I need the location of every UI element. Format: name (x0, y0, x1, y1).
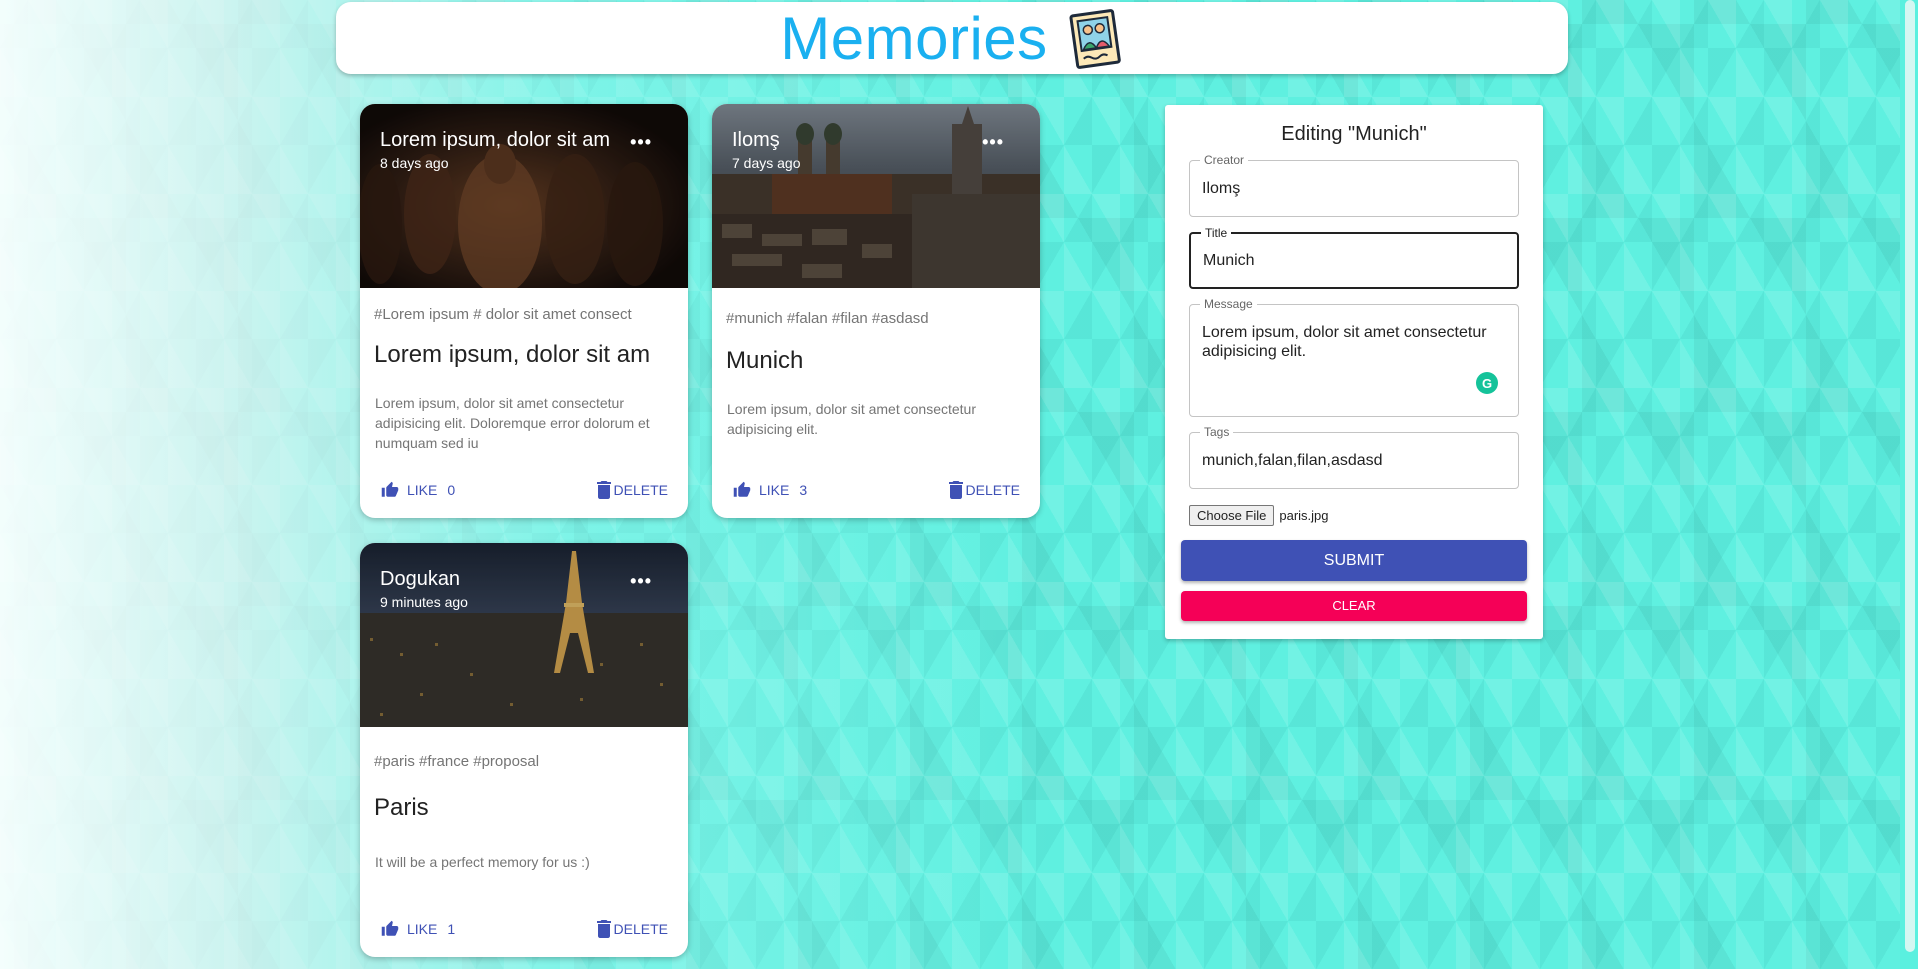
memory-card: Ilomş 7 days ago ••• #munich #falan #fil… (712, 104, 1040, 518)
card-tags: #Lorem ipsum # dolor sit amet consect (374, 306, 632, 323)
message-field[interactable]: Message Lorem ipsum, dolor sit amet cons… (1189, 297, 1519, 417)
delete-label: DELETE (613, 921, 668, 937)
tags-value: munich,falan,filan,asdasd (1202, 452, 1383, 469)
card-tags: #munich #falan #filan #asdasd (726, 310, 929, 327)
choose-file-button[interactable]: Choose File (1189, 505, 1275, 526)
card-message: Lorem ipsum, dolor sit amet consectetur … (375, 395, 650, 451)
message-label: Message (1200, 297, 1257, 311)
card-header: Lorem ipsum, dolor sit am 8 days ago (380, 126, 610, 172)
like-button[interactable]: LIKE 1 (381, 920, 455, 938)
title-label: Title (1201, 226, 1232, 240)
card-image: Dogukan 9 minutes ago ••• (360, 543, 688, 727)
card-author: Lorem ipsum, dolor sit am (380, 129, 611, 151)
card-tags: #paris #france #proposal (374, 753, 540, 770)
card-message: Lorem ipsum, dolor sit amet consectetur … (727, 401, 976, 437)
title-field[interactable]: Title Munich (1189, 226, 1519, 289)
like-label: LIKE (407, 921, 438, 937)
memory-form: Editing "Munich" Creator Ilomş Title Mun… (1165, 105, 1543, 639)
creator-label: Creator (1200, 153, 1249, 167)
card-actions: LIKE 3 DELETE (712, 468, 1040, 518)
creator-field[interactable]: Creator Ilomş (1189, 153, 1519, 217)
like-label: LIKE (407, 482, 438, 498)
delete-button[interactable]: DELETE (948, 481, 1020, 499)
card-title: Paris (374, 794, 429, 821)
clear-button[interactable]: CLEAR (1181, 591, 1527, 621)
card-image: Lorem ipsum, dolor sit am 8 days ago ••• (360, 104, 688, 288)
card-actions: LIKE 0 DELETE (360, 468, 688, 518)
delete-label: DELETE (965, 482, 1020, 498)
like-count: 1 (447, 921, 456, 937)
scrollbar-thumb[interactable] (1905, 0, 1915, 952)
message-value: Lorem ipsum, dolor sit amet consectetur … (1202, 324, 1487, 360)
like-label: LIKE (759, 482, 790, 498)
card-timestamp: 7 days ago (732, 155, 801, 171)
like-button[interactable]: LIKE 0 (381, 481, 455, 499)
card-title: Munich (726, 347, 804, 374)
more-horizontal-icon: ••• (982, 132, 1004, 152)
more-options-button[interactable]: ••• (630, 132, 652, 153)
creator-value: Ilomş (1202, 180, 1241, 197)
like-button[interactable]: LIKE 3 (733, 481, 807, 499)
title-value: Munich (1203, 252, 1255, 269)
trash-icon (596, 481, 611, 499)
memory-card: Lorem ipsum, dolor sit am 8 days ago •••… (360, 104, 688, 518)
trash-icon (948, 481, 963, 499)
card-timestamp: 9 minutes ago (380, 594, 468, 610)
more-horizontal-icon: ••• (630, 132, 652, 152)
thumb-up-icon (381, 481, 399, 497)
grammarly-icon[interactable]: G (1476, 372, 1498, 394)
delete-label: DELETE (613, 482, 668, 498)
submit-button[interactable]: SUBMIT (1181, 540, 1527, 581)
more-options-button[interactable]: ••• (982, 132, 1004, 153)
file-name: paris.jpg (1279, 508, 1329, 523)
app-bar: Memories (336, 2, 1568, 74)
card-title: Lorem ipsum, dolor sit am (374, 341, 651, 368)
more-horizontal-icon: ••• (630, 571, 652, 591)
file-input: Choose File paris.jpg (1189, 505, 1329, 526)
card-timestamp: 8 days ago (380, 155, 449, 171)
more-options-button[interactable]: ••• (630, 571, 652, 592)
card-author: Ilomş (732, 129, 780, 151)
app-title: Memories (780, 4, 1048, 72)
tags-label: Tags (1200, 425, 1234, 439)
card-message: It will be a perfect memory for us :) (375, 854, 590, 870)
scrollbar-track[interactable] (1900, 0, 1918, 969)
card-actions: LIKE 1 DELETE (360, 907, 688, 957)
memories-photo-icon (1069, 9, 1121, 69)
tags-field[interactable]: Tags munich,falan,filan,asdasd (1189, 425, 1519, 489)
like-count: 3 (799, 482, 808, 498)
card-author: Dogukan (380, 568, 461, 590)
trash-icon (596, 920, 611, 938)
delete-button[interactable]: DELETE (596, 481, 668, 499)
card-image: Ilomş 7 days ago ••• (712, 104, 1040, 288)
like-count: 0 (447, 482, 456, 498)
thumb-up-icon (733, 481, 751, 497)
form-heading: Editing "Munich" (1281, 123, 1427, 145)
memory-card: Dogukan 9 minutes ago ••• #paris #france… (360, 543, 688, 957)
card-header: Ilomş 7 days ago (732, 126, 801, 172)
thumb-up-icon (381, 920, 399, 936)
card-header: Dogukan 9 minutes ago (380, 565, 468, 611)
delete-button[interactable]: DELETE (596, 920, 668, 938)
